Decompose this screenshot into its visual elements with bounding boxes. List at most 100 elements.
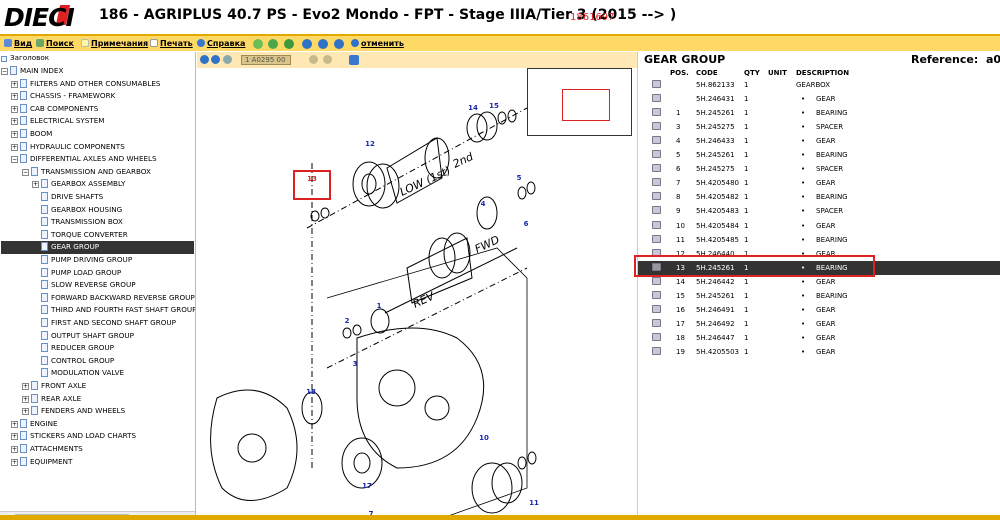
callout-number[interactable]: 10 bbox=[479, 434, 489, 442]
parts-row[interactable]: 18 5H.246447 1 • GEAR bbox=[638, 331, 1000, 345]
expand-icon[interactable]: + bbox=[11, 105, 18, 113]
parts-row[interactable]: 4 5H.246433 1 • GEAR bbox=[638, 134, 1000, 148]
tree-item[interactable]: − DIFFERENTIAL AXLES AND WHEELS bbox=[11, 153, 157, 166]
part-icon[interactable] bbox=[652, 304, 661, 313]
collapse-icon[interactable]: − bbox=[11, 156, 18, 164]
expand-icon[interactable]: + bbox=[11, 131, 18, 138]
minimap-viewport[interactable] bbox=[562, 89, 610, 121]
report-menu[interactable]: отменить bbox=[351, 39, 404, 48]
tree-item[interactable]: PUMP DRIVING GROUP bbox=[32, 254, 132, 267]
help-menu[interactable]: Справка bbox=[197, 39, 245, 48]
part-icon[interactable] bbox=[652, 332, 661, 341]
tree-item[interactable]: SLOW REVERSE GROUP bbox=[32, 279, 136, 292]
callout-number[interactable]: 3 bbox=[353, 360, 358, 368]
expand-icon[interactable]: + bbox=[11, 118, 18, 126]
part-icon[interactable] bbox=[652, 220, 661, 229]
part-icon[interactable] bbox=[652, 122, 661, 131]
parts-row[interactable]: 3 5H.245275 1 • SPACER bbox=[638, 120, 1000, 134]
tree-item[interactable]: DRIVE SHAFTS bbox=[32, 191, 103, 204]
tree-item[interactable]: + HYDRAULIC COMPONENTS bbox=[11, 141, 125, 154]
parts-row[interactable]: 11 5H.4205485 1 • BEARING bbox=[638, 233, 1000, 247]
diagram-minimap[interactable] bbox=[527, 68, 632, 136]
collapse-icon[interactable]: − bbox=[22, 168, 29, 176]
view-menu[interactable]: Вид bbox=[4, 39, 32, 48]
leaf-add-icon[interactable] bbox=[268, 39, 278, 49]
part-icon[interactable] bbox=[652, 80, 661, 88]
parts-row[interactable]: 16 5H.246491 1 • GEAR bbox=[638, 303, 1000, 317]
tree-item[interactable]: + GEARBOX ASSEMBLY bbox=[32, 178, 125, 191]
tree-item[interactable]: − MAIN INDEX bbox=[1, 65, 63, 78]
search-menu[interactable]: Поиск bbox=[36, 39, 74, 48]
tree-root[interactable]: Заголовок bbox=[1, 52, 49, 65]
part-icon[interactable] bbox=[652, 192, 661, 201]
tree-item[interactable]: REDUCER GROUP bbox=[32, 342, 114, 355]
zoom-fit-icon[interactable] bbox=[223, 55, 232, 64]
expand-icon[interactable]: + bbox=[22, 383, 29, 390]
next-drawing-icon[interactable] bbox=[323, 55, 332, 64]
parts-row[interactable]: 1 5H.245261 1 • BEARING bbox=[638, 106, 1000, 120]
parts-row[interactable]: 5H.246431 1 • GEAR bbox=[638, 92, 1000, 106]
prev-drawing-icon[interactable] bbox=[309, 55, 318, 64]
parts-row[interactable]: 8 5H.4205482 1 • BEARING bbox=[638, 190, 1000, 204]
collapse-icon[interactable]: − bbox=[1, 68, 8, 75]
tree-item[interactable]: GEAR GROUP bbox=[1, 241, 194, 254]
tree-item[interactable]: TRANSMISSION BOX bbox=[32, 216, 123, 229]
tree-item[interactable]: FORWARD BACKWARD REVERSE GROUP bbox=[32, 292, 195, 305]
print-menu[interactable]: Печать bbox=[150, 39, 193, 48]
tree-item[interactable]: THIRD AND FOURTH FAST SHAFT GROUP bbox=[32, 304, 195, 317]
tree-item[interactable]: + CHASSIS - FRAMEWORK bbox=[11, 90, 115, 103]
tree-item[interactable]: + ELECTRICAL SYSTEM bbox=[11, 115, 104, 128]
parts-row[interactable]: 19 5H.4205503 1 • GEAR bbox=[638, 345, 1000, 359]
tree-item[interactable]: + CAB COMPONENTS bbox=[11, 103, 98, 116]
tree-item[interactable]: + STICKERS AND LOAD CHARTS bbox=[11, 430, 136, 443]
expand-icon[interactable]: + bbox=[11, 143, 18, 151]
callout-number[interactable]: 17 bbox=[362, 482, 372, 490]
expand-icon[interactable]: + bbox=[22, 408, 29, 416]
tree-item[interactable]: + FRONT AXLE bbox=[22, 380, 86, 393]
tree-item[interactable]: MODULATION VALVE bbox=[32, 367, 124, 380]
parts-row[interactable]: 10 5H.4205484 1 • GEAR bbox=[638, 219, 1000, 233]
arrow-right-icon[interactable] bbox=[334, 39, 344, 49]
tree-item[interactable]: + ENGINE bbox=[11, 418, 58, 431]
parts-row[interactable]: 5 5H.245261 1 • BEARING bbox=[638, 148, 1000, 162]
part-icon[interactable] bbox=[652, 206, 661, 215]
callout-number[interactable]: 14 bbox=[468, 104, 478, 112]
part-icon[interactable] bbox=[652, 276, 661, 285]
expand-icon[interactable]: + bbox=[11, 458, 18, 466]
part-icon[interactable] bbox=[652, 318, 661, 327]
part-icon[interactable] bbox=[652, 164, 661, 173]
callout-number[interactable]: 2 bbox=[345, 317, 350, 325]
parts-row[interactable]: 15 5H.245261 1 • BEARING bbox=[638, 289, 1000, 303]
part-icon[interactable] bbox=[652, 346, 661, 355]
parts-row[interactable]: 9 5H.4205483 1 • SPACER bbox=[638, 204, 1000, 218]
tree-item[interactable]: − TRANSMISSION AND GEARBOX bbox=[22, 166, 151, 179]
drawing-number-field[interactable]: 1 A0295 00 bbox=[241, 55, 291, 65]
callout-number[interactable]: 15 bbox=[489, 102, 499, 110]
tree-item[interactable]: TORQUE CONVERTER bbox=[32, 229, 128, 242]
parts-row[interactable]: 5H.862133 1 GEARBOX bbox=[638, 78, 1000, 92]
tree-item[interactable]: PUMP LOAD GROUP bbox=[32, 267, 121, 280]
part-icon[interactable] bbox=[652, 290, 661, 299]
expand-icon[interactable]: + bbox=[11, 433, 18, 441]
parts-row[interactable]: 17 5H.246492 1 • GEAR bbox=[638, 317, 1000, 331]
tree-item[interactable]: + ATTACHMENTS bbox=[11, 443, 83, 456]
expand-icon[interactable]: + bbox=[11, 420, 18, 428]
callout-number[interactable]: 4 bbox=[481, 200, 486, 208]
tree-item[interactable]: CONTROL GROUP bbox=[32, 355, 114, 368]
callout-number[interactable]: 1 bbox=[377, 302, 382, 310]
arrow-down-icon[interactable] bbox=[318, 39, 328, 49]
tree-item[interactable]: + FENDERS AND WHEELS bbox=[22, 405, 125, 418]
part-icon[interactable] bbox=[652, 108, 661, 117]
expand-icon[interactable]: + bbox=[32, 181, 39, 189]
parts-row[interactable]: 6 5H.245275 1 • SPACER bbox=[638, 162, 1000, 176]
leaf-edit-icon[interactable] bbox=[284, 39, 294, 49]
part-icon[interactable] bbox=[652, 150, 661, 159]
tree-item[interactable]: + BOOM bbox=[11, 128, 52, 141]
tree-item[interactable]: + FILTERS AND OTHER CONSUMABLES bbox=[11, 78, 160, 91]
part-icon[interactable] bbox=[652, 136, 661, 145]
tree-item[interactable]: FIRST AND SECOND SHAFT GROUP bbox=[32, 317, 176, 330]
callout-number[interactable]: 5 bbox=[517, 174, 522, 182]
callout-number[interactable]: 18 bbox=[306, 388, 316, 396]
exploded-view-canvas[interactable]: LOW (1st) 2nd REV FWD 1 2 3 4 5 6 7 10 11 12 13 14 1… bbox=[197, 68, 637, 520]
part-icon[interactable] bbox=[652, 178, 661, 187]
